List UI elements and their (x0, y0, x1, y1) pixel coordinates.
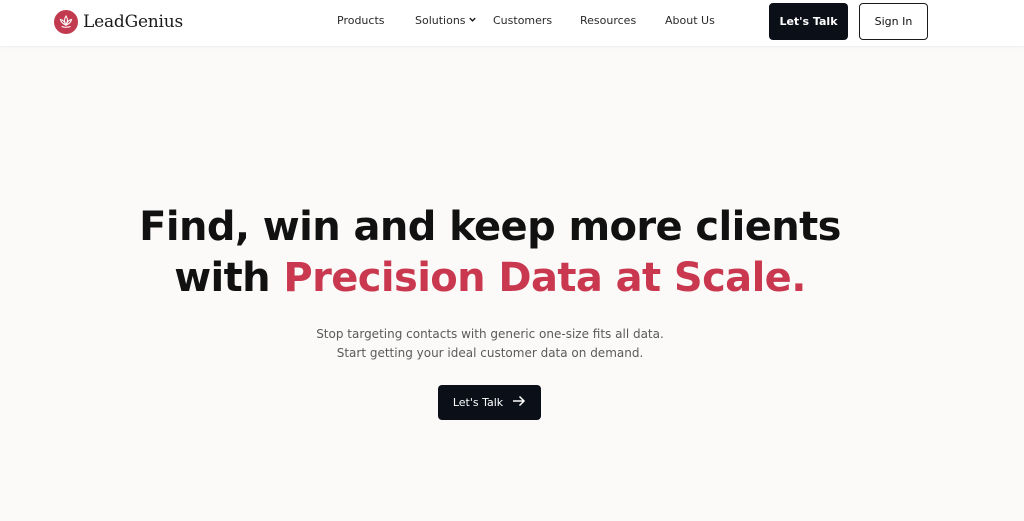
lets-talk-header-button[interactable]: Let's Talk (769, 3, 848, 40)
hero-title-accent: Precision Data at Scale. (283, 255, 806, 301)
brand-name: LeadGenius (83, 12, 184, 32)
nav-products[interactable]: Products (337, 14, 385, 27)
nav-solutions-label: Solutions (415, 14, 466, 27)
sign-in-button[interactable]: Sign In (859, 3, 928, 40)
hero-title: Find, win and keep more clients with Pre… (0, 202, 980, 304)
hero-title-prefix: with (174, 255, 284, 301)
lotus-logo-icon (54, 10, 78, 34)
nav-products-label: Products (337, 14, 385, 27)
nav-about-us[interactable]: About Us (665, 14, 715, 27)
cta-label: Let's Talk (452, 396, 504, 409)
nav-resources[interactable]: Resources (580, 14, 636, 27)
site-header: LeadGenius Products Solutions Customers … (0, 0, 1024, 46)
nav-resources-label: Resources (580, 14, 637, 27)
nav-customers[interactable]: Customers (493, 14, 552, 27)
chevron-down-icon (468, 14, 477, 27)
nav-about-us-label: About Us (665, 14, 715, 27)
arrow-right-icon (503, 395, 526, 410)
hero-subtitle-line2: Start getting your ideal customer data o… (336, 346, 644, 360)
hero-title-line1: Find, win and keep more clients (139, 204, 841, 250)
nav-solutions[interactable]: Solutions (415, 14, 477, 27)
nav-customers-label: Customers (493, 14, 553, 27)
hero-subtitle-line1: Stop targeting contacts with generic one… (316, 327, 664, 341)
lets-talk-cta-button[interactable]: Let's Talk (438, 385, 541, 420)
brand-logo[interactable]: LeadGenius (54, 9, 183, 35)
